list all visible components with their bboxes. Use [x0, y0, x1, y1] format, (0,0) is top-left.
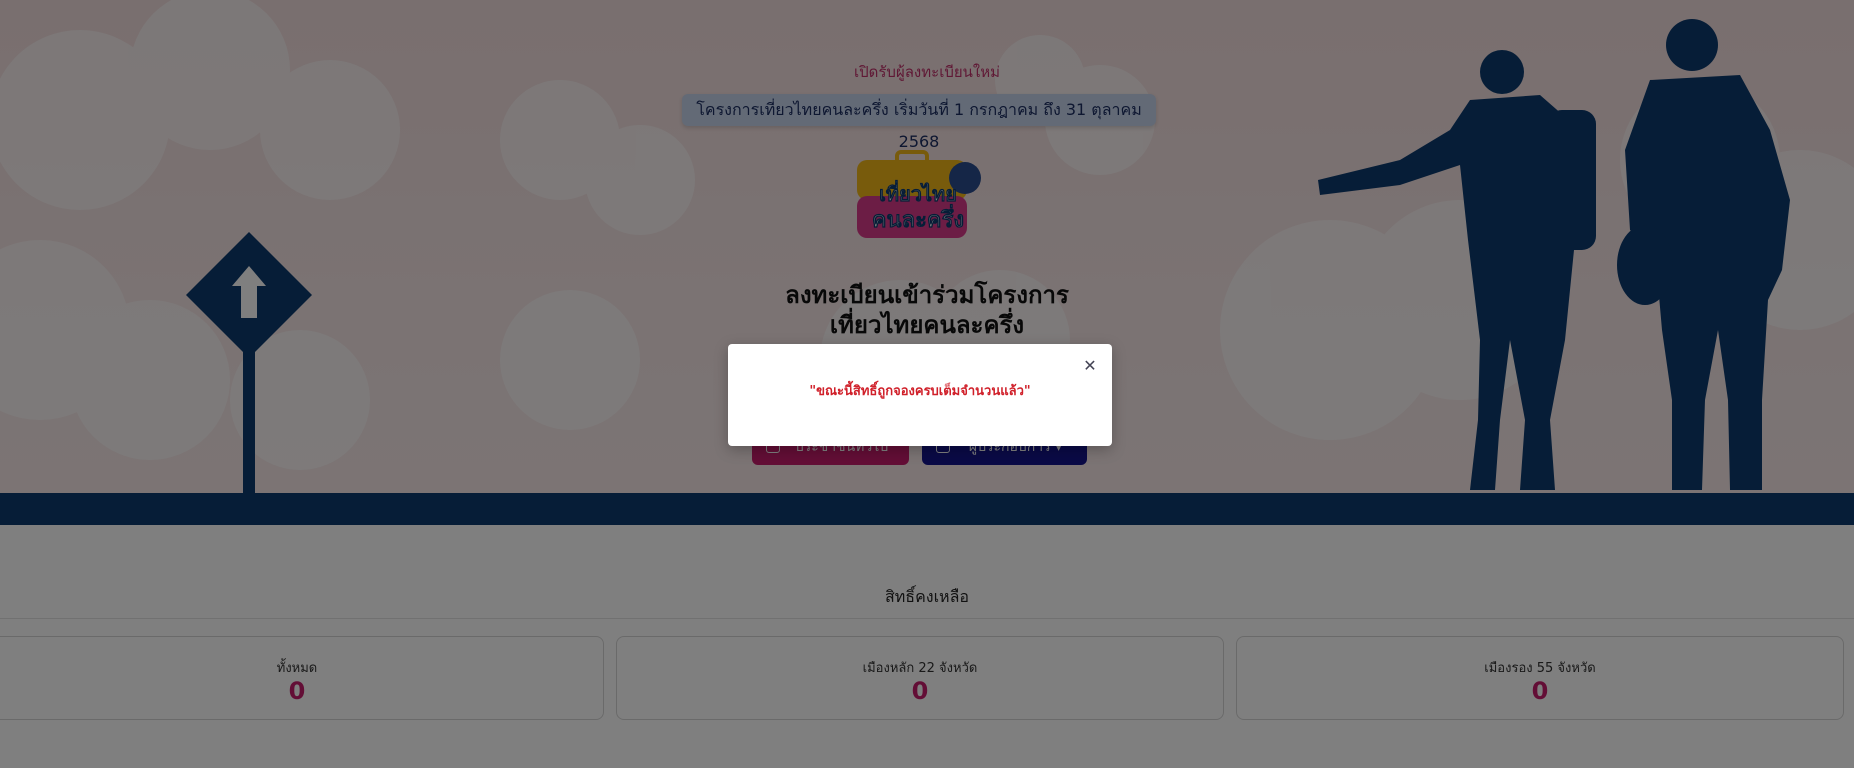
dialog-message: "ขณะนี้สิทธิ์ถูกจองครบเต็มจำนวนแล้ว" [809, 384, 1031, 399]
quota-full-dialog: ✕ "ขณะนี้สิทธิ์ถูกจองครบเต็มจำนวนแล้ว" [728, 344, 1112, 446]
close-icon[interactable]: ✕ [1082, 358, 1098, 374]
